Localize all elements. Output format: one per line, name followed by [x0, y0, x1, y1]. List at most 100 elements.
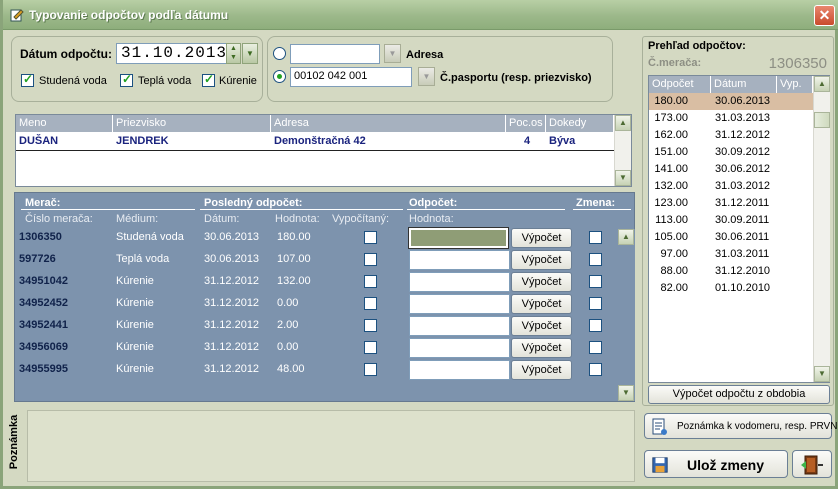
odpocet-input[interactable] — [409, 360, 510, 380]
date-spin-button[interactable]: ▲ ▼ — [226, 43, 241, 64]
person-pocos: 4 — [524, 135, 531, 147]
vypocet-button[interactable]: Výpočet — [511, 272, 572, 292]
scroll-down-arrow[interactable]: ▼ — [615, 170, 631, 186]
vypocet-button[interactable]: Výpočet — [511, 250, 572, 270]
overview-row[interactable]: 123.00 31.12.2011 — [649, 195, 813, 212]
save-button[interactable]: Ulož zmeny — [644, 450, 788, 478]
header-dokedy: Dokedy — [546, 115, 614, 132]
scroll-up-arrow[interactable]: ▲ — [615, 115, 631, 131]
row-datum: 30.09.2011 — [715, 214, 770, 226]
zmena-checkbox[interactable] — [589, 297, 602, 310]
vypocitany-checkbox[interactable] — [364, 231, 377, 244]
pasport-input[interactable]: 00102 042 001 — [290, 67, 412, 87]
adresa-input[interactable] — [290, 44, 380, 64]
zmena-checkbox[interactable] — [589, 319, 602, 332]
exit-button[interactable] — [792, 450, 832, 478]
pasport-dropdown-button[interactable]: ▼ — [418, 67, 435, 86]
scroll-up-arrow[interactable]: ▲ — [814, 76, 830, 92]
row-datum: 30.09.2012 — [715, 146, 771, 158]
group-merac-underline — [21, 209, 195, 210]
zmena-checkbox[interactable] — [589, 231, 602, 244]
calc-period-button[interactable]: Výpočet odpočtu z obdobia — [648, 385, 830, 404]
odpocet-input[interactable] — [409, 316, 510, 336]
overview-title: Prehľad odpočtov: — [648, 40, 746, 52]
overview-row[interactable]: 162.00 31.12.2012 — [649, 127, 813, 144]
sub-datum-label: Dátum: — [204, 213, 240, 225]
people-row[interactable]: DUŠAN JENDREK Demonštračná 42 4 Býva — [16, 133, 614, 151]
overview-meter-value: 1306350 — [768, 55, 827, 72]
overview-row[interactable]: 151.00 30.09.2012 — [649, 144, 813, 161]
studena-voda-checkbox[interactable] — [21, 72, 34, 87]
row-odpocet: 82.00 — [660, 282, 688, 294]
row-odpocet: 97.00 — [660, 248, 688, 260]
meter-row: 1306350 Studená voda 30.06.2013 180.00 V… — [15, 227, 619, 249]
overview-scrollbar[interactable]: ▲ ▼ — [813, 76, 830, 382]
meter-scrollbar[interactable]: ▲ ▼ — [618, 229, 635, 401]
vypocet-button[interactable]: Výpočet — [511, 228, 572, 248]
meter-datum: 31.12.2012 — [204, 297, 260, 309]
vypocitany-checkbox[interactable] — [364, 319, 377, 332]
vypocitany-checkbox[interactable] — [364, 275, 377, 288]
vypocitany-checkbox[interactable] — [364, 297, 377, 310]
meter-datum: 30.06.2013 — [204, 253, 260, 265]
meter-medium: Kúrenie — [116, 297, 154, 309]
note-textarea[interactable] — [27, 410, 635, 482]
row-odpocet: 151.00 — [654, 146, 688, 158]
vypocet-button[interactable]: Výpočet — [511, 316, 572, 336]
meter-row: 34952452 Kúrenie 31.12.2012 0.00 Výpočet — [15, 293, 619, 315]
overview-row[interactable]: 88.00 31.12.2010 — [649, 263, 813, 280]
meter-row: 34951042 Kúrenie 31.12.2012 132.00 Výpoč… — [15, 271, 619, 293]
overview-row[interactable]: 82.00 01.10.2010 — [649, 280, 813, 297]
row-datum: 31.12.2010 — [715, 265, 771, 277]
people-scrollbar[interactable]: ▲ ▼ — [614, 115, 631, 186]
odpocet-input[interactable] — [409, 294, 510, 314]
zmena-checkbox[interactable] — [589, 275, 602, 288]
vypocitany-checkbox[interactable] — [364, 253, 377, 266]
date-input[interactable]: 31.10.2013 — [116, 43, 228, 64]
overview-row[interactable]: 141.00 30.06.2012 — [649, 161, 813, 178]
kurenie-checkbox[interactable] — [202, 72, 215, 87]
adresa-dropdown-button[interactable]: ▼ — [384, 44, 401, 63]
zmena-checkbox[interactable] — [589, 363, 602, 376]
odpocet-input[interactable] — [409, 338, 510, 358]
meter-panel: Merač: Posledný odpočet: Odpočet: Zmena:… — [14, 192, 635, 402]
vypocitany-checkbox[interactable] — [364, 363, 377, 376]
row-datum: 31.03.2013 — [715, 112, 771, 124]
zmena-checkbox[interactable] — [589, 253, 602, 266]
scroll-thumb[interactable] — [814, 112, 830, 128]
date-dropdown-button[interactable]: ▼ — [242, 43, 258, 64]
overview-row[interactable]: 180.00 30.06.2013 — [649, 93, 813, 110]
overview-row[interactable]: 132.00 31.03.2012 — [649, 178, 813, 195]
person-dokedy: Býva — [549, 135, 576, 147]
adresa-label: Adresa — [406, 49, 444, 61]
row-datum: 01.10.2010 — [715, 282, 771, 294]
scroll-down-arrow[interactable]: ▼ — [618, 385, 634, 401]
meter-row: 34952441 Kúrenie 31.12.2012 2.00 Výpočet — [15, 315, 619, 337]
meter-hodnota: 132.00 — [277, 275, 311, 287]
vypocet-button[interactable]: Výpočet — [511, 360, 572, 380]
overview-row[interactable]: 173.00 31.03.2013 — [649, 110, 813, 127]
overview-row[interactable]: 105.00 30.06.2011 — [649, 229, 813, 246]
vypocet-button[interactable]: Výpočet — [511, 294, 572, 314]
row-odpocet: 105.00 — [654, 231, 688, 243]
tepla-voda-checkbox[interactable] — [120, 72, 133, 87]
scroll-down-arrow[interactable]: ▼ — [814, 366, 830, 382]
header-priezvisko: Priezvisko — [113, 115, 271, 132]
note-button[interactable]: Poznámka k vodomeru, resp. PRVN — [644, 413, 837, 439]
vypocet-button[interactable]: Výpočet — [511, 338, 572, 358]
meter-row: 34955995 Kúrenie 31.12.2012 48.00 Výpoče… — [15, 359, 619, 381]
zmena-checkbox[interactable] — [589, 341, 602, 354]
odpocet-input[interactable] — [409, 250, 510, 270]
vypocitany-checkbox[interactable] — [364, 341, 377, 354]
row-odpocet: 141.00 — [654, 163, 688, 175]
scroll-up-arrow[interactable]: ▲ — [618, 229, 634, 245]
close-button[interactable]: ✕ — [814, 5, 835, 26]
overview-meter-label: Č.merača: — [648, 57, 702, 69]
pasport-radio[interactable] — [273, 70, 286, 83]
overview-row[interactable]: 97.00 31.03.2011 — [649, 246, 813, 263]
odpocet-input[interactable] — [409, 272, 510, 292]
odpocet-input[interactable] — [408, 227, 509, 249]
adresa-radio[interactable] — [273, 47, 286, 60]
studena-voda-label: Studená voda — [39, 75, 107, 87]
overview-row[interactable]: 113.00 30.09.2011 — [649, 212, 813, 229]
